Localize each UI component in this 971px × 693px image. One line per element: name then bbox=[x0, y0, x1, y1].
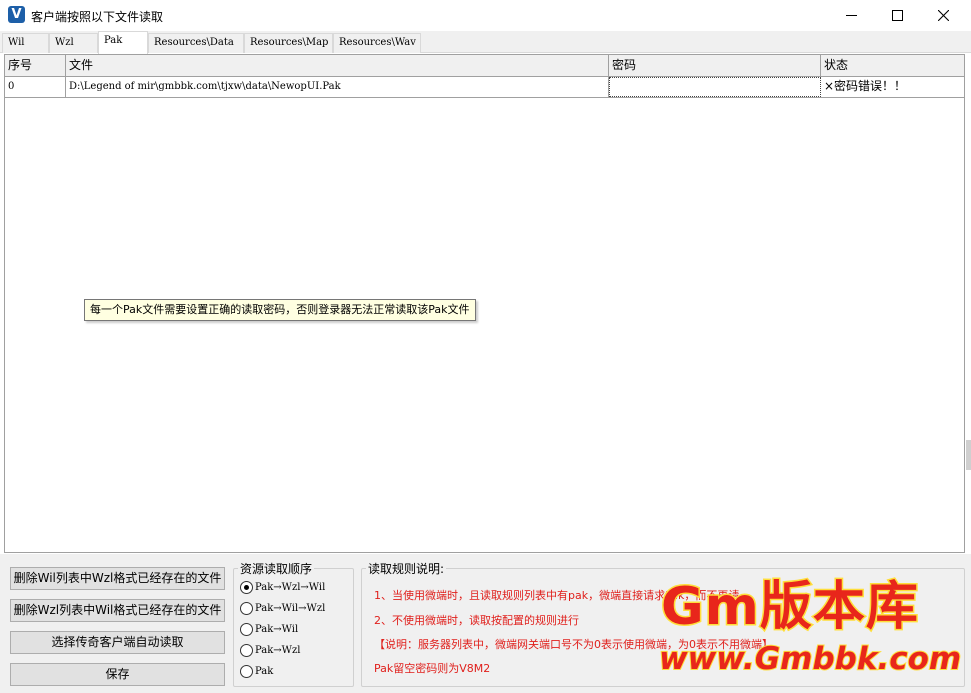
radio-button[interactable] bbox=[240, 622, 253, 636]
tab-resources-data[interactable]: Resources\Data bbox=[148, 33, 244, 53]
grid-header: 序号 文件 密码 状态 bbox=[5, 55, 964, 77]
delete-wzl-duplicates-button[interactable]: 删除Wzl列表中Wil格式已经存在的文件 bbox=[10, 599, 225, 622]
radio-label: Pak→Wil→Wzl bbox=[255, 602, 326, 614]
tab-pak[interactable]: Pak bbox=[98, 31, 148, 54]
read-rules-title: 读取规则说明: bbox=[366, 560, 447, 577]
minimize-icon bbox=[845, 15, 857, 16]
cell-password[interactable] bbox=[609, 77, 821, 97]
read-order-title: 资源读取顺序 bbox=[238, 560, 315, 577]
radio-pak[interactable]: Pak bbox=[240, 662, 273, 680]
rule-line-4: Pak留空密码则为V8M2 bbox=[374, 662, 491, 675]
cell-status: ×密码错误！！ bbox=[824, 79, 907, 93]
table-row[interactable]: 0 D:\Legend of mir\gmbbk.com\tjxw\data\N… bbox=[5, 77, 964, 98]
tab-wzl[interactable]: Wzl bbox=[49, 33, 98, 53]
radio-button[interactable] bbox=[240, 601, 253, 615]
column-header-index[interactable]: 序号 bbox=[5, 55, 66, 76]
watermark-logo: Gm版本库 www.Gmbbk.com bbox=[655, 575, 967, 685]
maximize-icon bbox=[891, 10, 903, 21]
watermark-title: Gm版本库 bbox=[660, 576, 920, 639]
window-title: 客户端按照以下文件读取 bbox=[31, 10, 164, 24]
radio-button[interactable] bbox=[240, 664, 253, 678]
tab-resources-wav[interactable]: Resources\Wav bbox=[333, 33, 421, 53]
radio-pak-wil[interactable]: Pak→Wil bbox=[240, 620, 298, 638]
title-bar: V 客户端按照以下文件读取 bbox=[0, 0, 971, 31]
radio-pak-wzl-wil[interactable]: Pak→Wzl→Wil bbox=[240, 578, 325, 596]
radio-label: Pak bbox=[255, 665, 274, 677]
auto-read-client-button[interactable]: 选择传奇客户端自动读取 bbox=[10, 631, 225, 654]
rule-line-2: 2、不使用微端时，读取按配置的规则进行 bbox=[374, 614, 579, 627]
radio-label: Pak→Wil bbox=[255, 623, 299, 635]
column-header-status[interactable]: 状态 bbox=[821, 55, 957, 76]
radio-button-checked[interactable] bbox=[240, 580, 253, 594]
cell-index[interactable]: 0 bbox=[5, 77, 66, 97]
radio-pak-wzl[interactable]: Pak→Wzl bbox=[240, 641, 300, 659]
app-icon: V bbox=[8, 6, 25, 23]
delete-wil-duplicates-button[interactable]: 删除Wil列表中Wzl格式已经存在的文件 bbox=[10, 567, 225, 590]
radio-pak-wil-wzl[interactable]: Pak→Wil→Wzl bbox=[240, 599, 325, 617]
close-icon bbox=[937, 10, 949, 21]
minimize-button[interactable] bbox=[828, 0, 874, 31]
radio-button[interactable] bbox=[240, 643, 253, 657]
watermark-url: www.Gmbbk.com bbox=[658, 640, 962, 678]
tab-strip: Wil Wzl Pak Resources\Data Resources\Map… bbox=[0, 31, 971, 54]
cell-file[interactable]: D:\Legend of mir\gmbbk.com\tjxw\data\New… bbox=[66, 77, 609, 97]
tooltip: 每一个Pak文件需要设置正确的读取密码，否则登录器无法正常读取该Pak文件 bbox=[84, 299, 476, 321]
tab-wil[interactable]: Wil bbox=[2, 33, 49, 53]
radio-label: Pak→Wzl→Wil bbox=[255, 581, 326, 593]
radio-label: Pak→Wzl bbox=[255, 644, 301, 656]
save-button[interactable]: 保存 bbox=[10, 663, 225, 686]
column-header-password[interactable]: 密码 bbox=[609, 55, 821, 76]
tab-resources-map[interactable]: Resources\Map bbox=[244, 33, 333, 53]
column-header-file[interactable]: 文件 bbox=[66, 55, 609, 76]
maximize-button[interactable] bbox=[874, 0, 920, 31]
close-button[interactable] bbox=[920, 0, 966, 31]
scrollbar-thumb[interactable] bbox=[966, 440, 971, 470]
